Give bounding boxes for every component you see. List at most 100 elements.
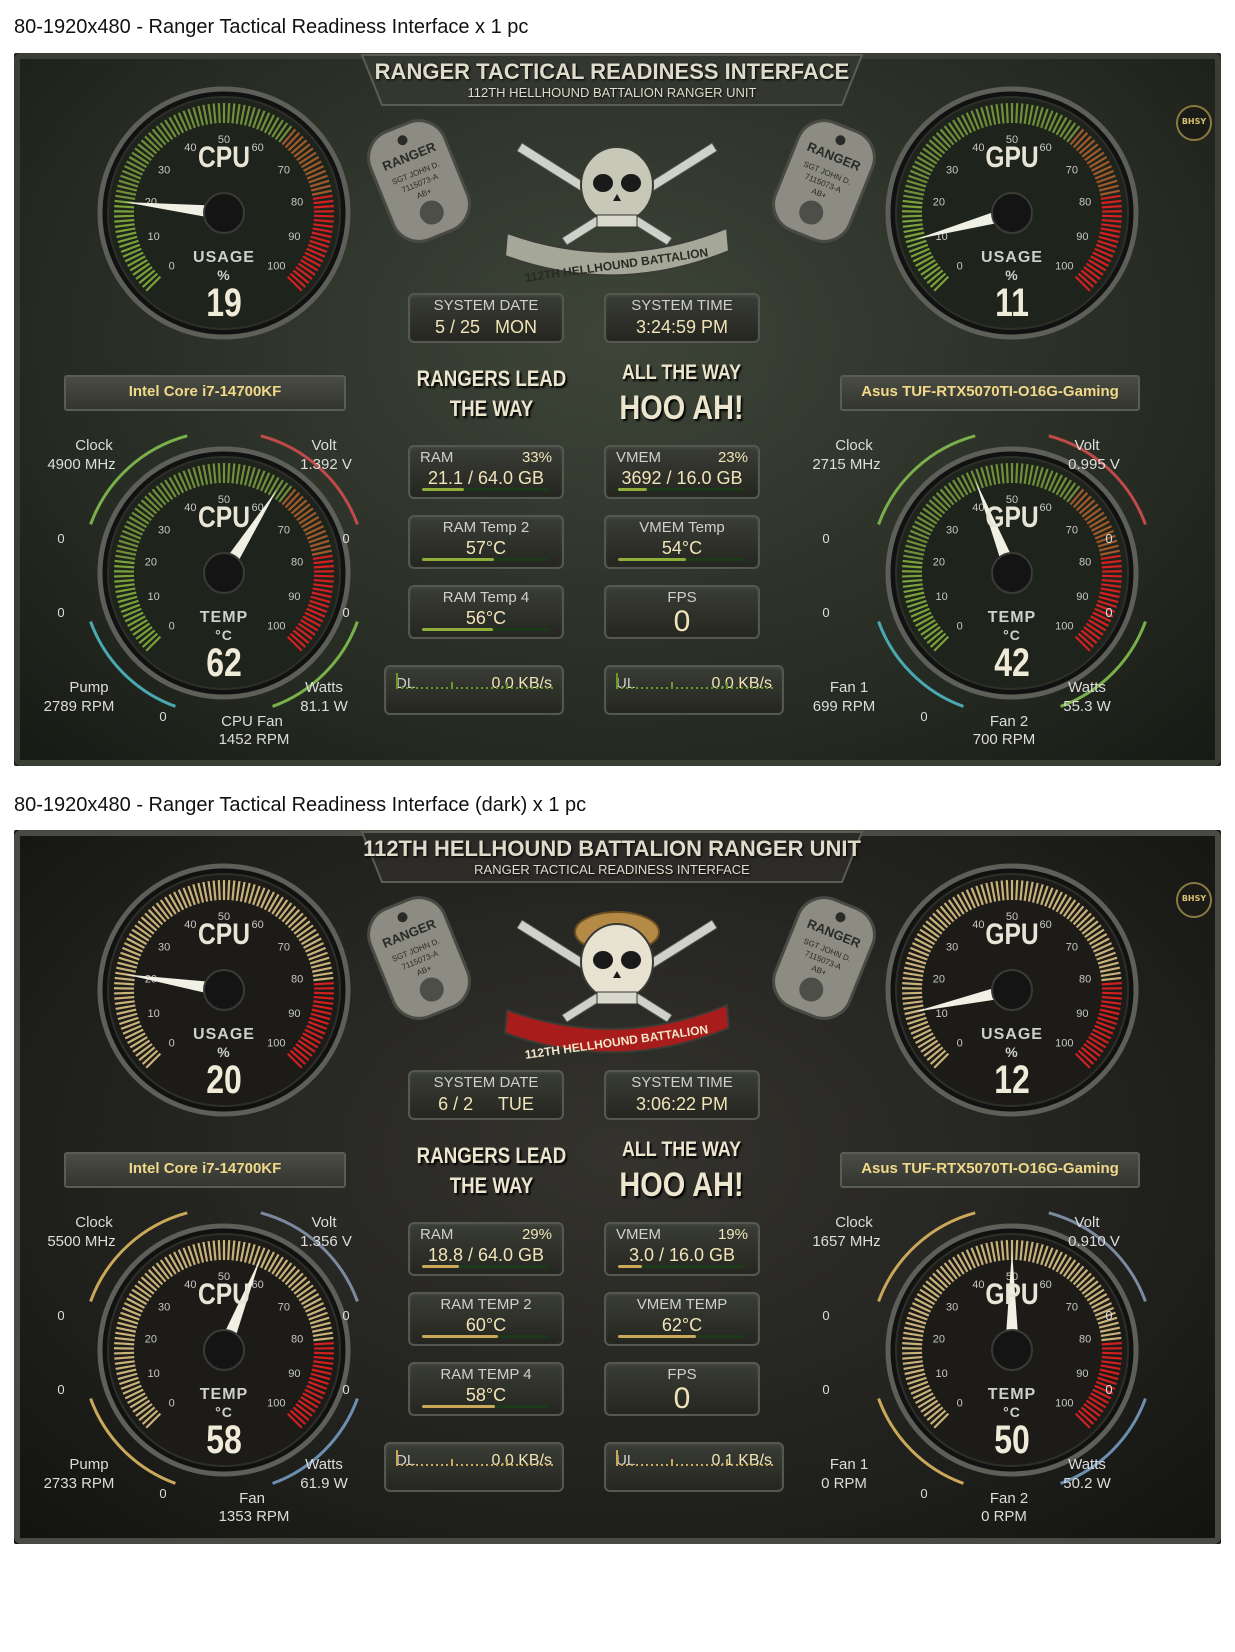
slogan-right-line2: HOO AH! (619, 1166, 744, 1204)
gauge-tick-label: 20 (933, 1333, 945, 1345)
gauge-tick-label: 20 (933, 973, 945, 985)
panel_light-cpu-temp-name: CPU (198, 501, 250, 534)
upload-box-graph-bar (636, 687, 638, 689)
cpu-arc-zero-1: 0 (57, 605, 65, 620)
download-box-graph-bar (491, 1464, 493, 1466)
gpu-watts-label: Watts (1068, 679, 1106, 696)
panel_light-cpu-usage-name: CPU (198, 141, 250, 174)
upload-box-graph-bar (686, 687, 688, 689)
download-box: DL 0.0 KB/s (384, 665, 564, 715)
gauge-tick-label: 90 (288, 1368, 300, 1380)
cpu-model-label: Intel Core i7-14700KF (64, 375, 346, 411)
cpu-pump-value: 2789 RPM (43, 698, 115, 715)
gpu-arc-zero-4: 0 (920, 709, 928, 724)
gauge-tick-label: 20 (145, 1333, 157, 1345)
ram-box-label: RAM (420, 1226, 454, 1243)
system-time-box: SYSTEM TIME 3:24:59 PM (604, 293, 760, 343)
gpu-fan2-value: 700 RPM (972, 731, 1036, 748)
upload-box-graph-bar (631, 687, 633, 689)
slogan-right-line1: ALL THE WAY (621, 361, 742, 384)
gauge-tick (1101, 204, 1122, 209)
gauge-tick (1005, 103, 1009, 124)
vmem-box-label: VMEM (616, 449, 661, 466)
gauge-tick-label: 30 (946, 525, 958, 537)
cpu-watts-label: Watts (305, 679, 343, 696)
panel_light-cpu-usage-value: 19 (206, 281, 242, 325)
gauge-tick (313, 218, 334, 223)
gauge-tick (313, 991, 334, 995)
gauge-tick-label: 70 (1066, 525, 1078, 537)
gauge-tick (114, 574, 135, 578)
cpu-clock-label: Clock (75, 1214, 113, 1231)
gauge-tick-label: 80 (291, 973, 303, 985)
download-box-graph-bar (471, 1464, 473, 1466)
gauge-tick-label: 10 (147, 1008, 159, 1020)
upload-box-graph-bar (676, 687, 678, 689)
upload-box-graph-bar (706, 687, 708, 689)
download-box-graph-bar (531, 687, 533, 689)
cpu-volt-value: 1.356 V (300, 1233, 352, 1250)
panel-subtitle: RANGER TACTICAL READINESS INTERFACE (474, 862, 750, 877)
panel_dark-gpu-usage-sub: USAGE (981, 1026, 1043, 1043)
upload-box-graph (616, 673, 773, 689)
download-box-graph-bar (426, 1464, 428, 1466)
panel_light-cpu-temp-sub: TEMP (199, 609, 249, 626)
ram-temp4-box-value: 58°C (465, 1385, 507, 1405)
ram-temp4-box-bar-fill (422, 628, 493, 631)
slogan-left-line2: THE WAY (449, 396, 534, 421)
download-box-graph-bar (536, 687, 538, 689)
download-box-graph-bar (476, 687, 478, 689)
gauge-tick (902, 995, 923, 1000)
system-time-box: SYSTEM TIME 3:06:22 PM (604, 1070, 760, 1120)
panel_light-gpu-usage-value: 11 (995, 281, 1029, 325)
vmem-temp-box: VMEM TEMP 62°C (604, 1292, 760, 1346)
download-box-graph-bar (401, 687, 403, 689)
vmem-temp-box-label: VMEM TEMP (636, 1296, 728, 1313)
upload-box-graph-bar (761, 1464, 763, 1466)
ram-temp4-box-bar-fill (422, 1405, 495, 1408)
gauge-tick (114, 204, 135, 209)
gauge-tick-label: 90 (288, 1008, 300, 1020)
panel_light-gpu-temp-sub: TEMP (987, 609, 1037, 626)
gauge-tick (114, 991, 135, 995)
gauge-tick (313, 214, 334, 218)
upload-box-graph-bar (691, 1464, 693, 1466)
gauge-tick (313, 1351, 334, 1355)
download-box-graph-bar (461, 1464, 463, 1466)
gauge-tick (1101, 564, 1122, 569)
upload-box-graph-bar (656, 687, 658, 689)
upload-box-graph-bar (651, 687, 653, 689)
gauge-tick (902, 204, 923, 209)
gauge-tick (1015, 463, 1019, 484)
ram-temp4-box-value: 56°C (465, 608, 507, 628)
download-box-graph-bar (446, 687, 448, 689)
upload-box-graph-bar (736, 1464, 738, 1466)
download-box-graph-bar (551, 687, 553, 689)
download-box-graph-bar (531, 1464, 533, 1466)
gpu-arc-zero-2: 0 (1105, 531, 1113, 546)
download-box-graph-bar (481, 1464, 483, 1466)
ram-temp2-box: RAM Temp 2 57°C (408, 515, 564, 569)
gauge-tick (1101, 995, 1122, 1000)
gauge-tick (227, 463, 231, 484)
gauge-tick-label: 20 (933, 196, 945, 208)
panel_light-gpu-usage-sub: USAGE (981, 249, 1043, 266)
download-box-graph-bar (486, 687, 488, 689)
gpu-arc-zero-3: 0 (1105, 605, 1113, 620)
ram-temp4-box: RAM TEMP 4 58°C (408, 1362, 564, 1416)
gauge-tick-label: 30 (158, 942, 170, 954)
gpu-fan1-label: Fan 1 (829, 679, 869, 696)
vmem-temp-box-value: 62°C (661, 1315, 703, 1335)
panel_dark-gpu-temp-value: 50 (994, 1418, 1030, 1462)
gauge-tick-label: 20 (145, 556, 157, 568)
upload-box-graph-bar (646, 1464, 648, 1466)
ram-box-bar-fill (422, 1265, 459, 1268)
gauge-tick (902, 981, 923, 986)
fps-box: FPS 0 (604, 585, 760, 639)
gauge-tick (313, 1341, 334, 1346)
system-date-label: SYSTEM DATE (433, 1074, 539, 1091)
upload-box-graph-bar (666, 687, 668, 689)
gauge-tick (902, 564, 923, 569)
upload-box-graph-bar (721, 687, 723, 689)
panel_dark-cpu-usage-hub (203, 969, 245, 1011)
